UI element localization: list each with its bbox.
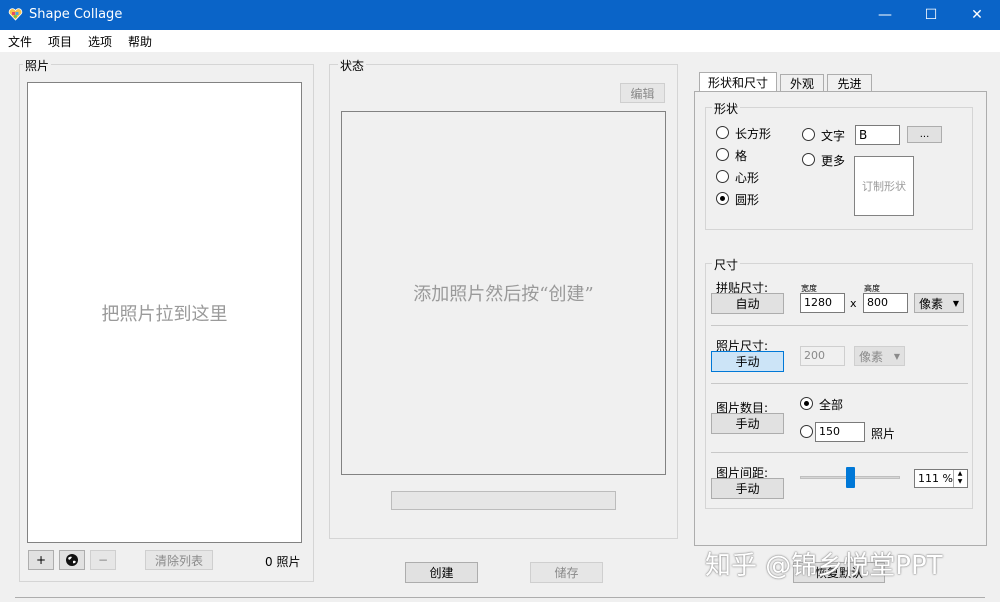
photo-unit-select[interactable]: 像素 ▼ — [854, 346, 905, 366]
spin-up-icon[interactable]: ▲ — [954, 470, 966, 478]
shape-heart-radio[interactable] — [716, 170, 729, 183]
shape-grid-radio[interactable] — [716, 148, 729, 161]
add-web-photo-button[interactable] — [59, 550, 85, 570]
edit-button[interactable]: 编辑 — [620, 83, 665, 103]
menu-file[interactable]: 文件 — [8, 33, 32, 50]
shape-heart-label: 心形 — [735, 171, 760, 185]
tab-advanced[interactable]: 先进 — [827, 74, 872, 92]
menu-help[interactable]: 帮助 — [128, 33, 152, 50]
photo-size-input[interactable]: 200 — [800, 346, 845, 366]
tab-shape-size[interactable]: 形状和尺寸 — [699, 72, 777, 92]
divider — [711, 325, 968, 326]
custom-shape-box[interactable]: 订制形状 — [854, 156, 914, 216]
count-all-label: 全部 — [819, 398, 844, 412]
photo-size-mode-button[interactable]: 手动 — [711, 351, 784, 372]
create-button[interactable]: 创建 — [405, 562, 478, 583]
divider — [711, 383, 968, 384]
photo-unit-value: 像素 — [859, 349, 884, 364]
shape-circle-radio[interactable] — [716, 192, 729, 205]
count-custom-radio[interactable] — [800, 425, 813, 438]
divider — [711, 452, 968, 453]
shape-text-label: 文字 — [821, 129, 846, 143]
shape-more-label: 更多 — [821, 154, 846, 168]
collage-unit-select[interactable]: 像素 ▼ — [914, 293, 964, 313]
close-icon: ✕ — [971, 7, 983, 23]
shape-title: 形状 — [712, 100, 741, 117]
font-browse-button[interactable]: ... — [907, 126, 942, 143]
shape-more-radio[interactable] — [802, 153, 815, 166]
preview-hint: 添加照片然后按“创建” — [413, 284, 594, 305]
window-title: Shape Collage — [29, 7, 123, 22]
preview-area: 添加照片然后按“创建” — [341, 111, 666, 475]
spacing-value: 111 % — [918, 472, 953, 485]
title-bar: Shape Collage — ☐ ✕ — [0, 0, 1000, 30]
photo-count: 0 照片 — [265, 555, 301, 569]
globe-icon — [66, 554, 78, 566]
count-all-radio[interactable] — [800, 397, 813, 410]
tab-appearance[interactable]: 外观 — [780, 74, 824, 92]
photo-count-unit: 照片 — [871, 427, 896, 441]
status-divider — [15, 597, 985, 598]
photo-count-mode-button[interactable]: 手动 — [711, 413, 784, 434]
shape-circle-label: 圆形 — [735, 193, 760, 207]
spacing-mode-button[interactable]: 手动 — [711, 478, 784, 499]
spacing-slider-thumb[interactable] — [846, 467, 855, 488]
minimize-icon: — — [878, 7, 892, 23]
collage-unit-value: 像素 — [919, 296, 944, 311]
shape-grid-label: 格 — [735, 149, 748, 163]
watermark: 知乎 @锦乡悦堂PPT — [705, 551, 943, 581]
photo-drop-area[interactable]: 把照片拉到这里 — [27, 82, 302, 543]
remove-photo-button[interactable]: − — [90, 550, 116, 570]
shape-rectangle-label: 长方形 — [735, 127, 772, 141]
minimize-button[interactable]: — — [862, 0, 908, 30]
app-logo-icon — [8, 8, 23, 21]
collage-width-input[interactable]: 1280 — [800, 293, 845, 313]
menu-bar: 文件 项目 选项 帮助 — [0, 30, 1000, 52]
photos-title: 照片 — [23, 57, 52, 74]
menu-options[interactable]: 选项 — [88, 33, 112, 50]
size-title: 尺寸 — [712, 256, 741, 273]
clear-list-button[interactable]: 清除列表 — [145, 550, 213, 570]
drop-hint: 把照片拉到这里 — [101, 303, 228, 325]
collage-size-mode-button[interactable]: 自动 — [711, 293, 784, 314]
chevron-down-icon: ▼ — [952, 298, 959, 308]
collage-height-input[interactable]: 800 — [863, 293, 908, 313]
shape-text-input[interactable]: B — [855, 125, 900, 145]
maximize-icon: ☐ — [924, 7, 938, 23]
status-title: 状态 — [338, 57, 367, 74]
shape-text-radio[interactable] — [802, 128, 815, 141]
times-symbol: x — [850, 297, 857, 310]
photo-count-input[interactable]: 150 — [815, 422, 865, 442]
progress-bar — [391, 491, 616, 510]
add-photo-button[interactable]: + — [28, 550, 54, 570]
close-button[interactable]: ✕ — [954, 0, 1000, 30]
chevron-down-icon: ▼ — [893, 351, 900, 361]
spin-down-icon[interactable]: ▼ — [954, 478, 966, 486]
maximize-button[interactable]: ☐ — [908, 0, 954, 30]
shape-rectangle-radio[interactable] — [716, 126, 729, 139]
save-button[interactable]: 储存 — [530, 562, 603, 583]
menu-project[interactable]: 项目 — [48, 33, 72, 50]
spacing-spinner[interactable]: ▲ ▼ — [953, 470, 966, 487]
